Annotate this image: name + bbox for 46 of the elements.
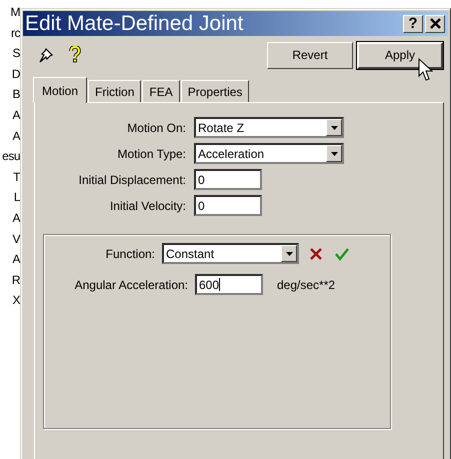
tree-item[interactable]: D xyxy=(12,64,20,84)
field-label: Motion Type: xyxy=(118,146,186,160)
tree-item[interactable]: S xyxy=(12,44,20,63)
tree-item[interactable]: M xyxy=(10,3,20,22)
pin-icon[interactable] xyxy=(37,46,55,64)
dropdown[interactable]: Acceleration xyxy=(194,143,344,164)
tree-item[interactable]: A xyxy=(12,106,20,125)
field-label: Angular Acceleration: xyxy=(74,278,188,292)
tree-item[interactable]: R xyxy=(12,270,20,290)
tab[interactable]: FEA xyxy=(142,80,180,102)
dropdown[interactable]: Rotate Z xyxy=(194,117,344,138)
input-field[interactable]: 600 xyxy=(195,274,263,295)
window-title: Edit Mate-Defined Joint xyxy=(25,12,244,36)
tree-item[interactable]: L xyxy=(14,188,20,207)
field-label: Initial Velocity: xyxy=(110,198,186,212)
tree-item[interactable]: V xyxy=(12,230,20,248)
help-icon[interactable] xyxy=(69,46,81,64)
dropdown-arrow-icon xyxy=(286,252,292,256)
help-button[interactable]: ? xyxy=(403,14,423,32)
tree-item[interactable]: rc xyxy=(11,24,20,42)
input-field[interactable]: 0 xyxy=(194,169,262,190)
input-field[interactable]: 0 xyxy=(194,195,262,216)
dropdown[interactable]: Constant xyxy=(162,243,299,264)
field-label: Motion On: xyxy=(127,120,186,134)
tab[interactable]: Friction xyxy=(88,80,142,102)
field-label: Initial Displacement: xyxy=(78,172,186,186)
tree-item[interactable]: A xyxy=(12,250,20,269)
dropdown-arrow-icon xyxy=(330,152,338,156)
tree-item[interactable]: B xyxy=(12,85,20,104)
tree-item[interactable]: A xyxy=(12,208,20,228)
tree-item[interactable]: T xyxy=(13,168,20,186)
tree-item[interactable]: esu xyxy=(2,147,20,166)
close-button[interactable] xyxy=(425,14,445,32)
toolbar-button[interactable]: Apply xyxy=(357,42,443,68)
checkmark-icon[interactable] xyxy=(335,246,349,260)
tab[interactable]: Properties xyxy=(180,80,250,102)
dropdown-arrow-icon xyxy=(330,126,338,130)
field-label: Function: xyxy=(104,246,155,260)
cross-icon[interactable] xyxy=(309,246,323,260)
tree-item[interactable]: A xyxy=(12,126,20,146)
tree-item[interactable]: X xyxy=(12,291,20,310)
unit-label: deg/sec**2 xyxy=(277,278,336,292)
mouse-cursor-icon xyxy=(418,58,434,82)
toolbar-button[interactable]: Revert xyxy=(267,42,353,68)
close-icon xyxy=(430,18,440,29)
tab[interactable]: Motion xyxy=(33,77,88,103)
